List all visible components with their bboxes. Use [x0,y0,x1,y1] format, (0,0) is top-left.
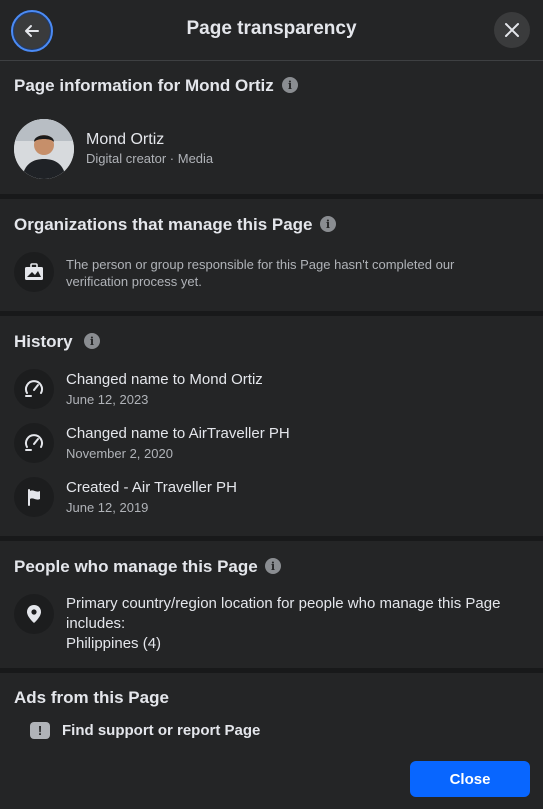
history-item-date: November 2, 2020 [66,446,173,461]
location-icon-wrap [14,594,54,634]
info-icon[interactable]: i [282,77,298,93]
section-divider [0,194,543,199]
rename-icon [25,434,43,451]
rename-icon [25,380,43,397]
briefcase-icon [25,263,43,280]
close-dialog-button[interactable]: Close [410,761,530,797]
history-item-value: Air Traveller PH [131,479,237,496]
close-button[interactable] [494,12,530,48]
people-location-country: Philippines (4) [66,635,162,652]
history-item: Created - Air Traveller PH June 12, 2019 [66,478,237,516]
history-item-icon [14,369,54,409]
organization-verification-text: The person or group responsible for this… [66,257,455,289]
organization-icon [14,252,54,292]
history-item-text: Created - Air Traveller PH [66,478,237,498]
history-item: Changed name to Mond Ortiz June 12, 2023 [66,370,263,408]
profile-photo [14,119,74,179]
people-location: Primary country/region location for peop… [66,594,531,654]
dialog-title: Page transparency [186,18,357,39]
history-item-date: June 12, 2019 [66,500,149,515]
history-item-text: Changed name to Mond Ortiz [66,370,263,390]
page-identity: Mond Ortiz Digital creator · Media [86,130,213,167]
history-item-value: Mond Ortiz [189,371,263,388]
page-transparency-dialog: Page transparency Page information for M… [0,0,543,809]
history-item-date: June 12, 2023 [66,392,149,407]
section-divider [0,311,543,316]
page-info-title: Page information for Mond Ortiz [14,76,274,95]
avatar[interactable] [14,119,74,179]
report-icon: ! [30,722,50,739]
page-category: Digital creator · Media [86,151,214,166]
location-pin-icon [27,605,41,623]
info-icon[interactable]: i [265,558,281,574]
history-item-prefix: Changed name to [66,425,189,442]
history-item-prefix: Changed name to [66,371,190,388]
organizations-title: Organizations that manage this Page [14,215,313,234]
people-title: People who manage this Page [14,557,258,576]
ads-title[interactable]: Ads from this Page [14,688,169,708]
history-item-prefix: Created - [66,479,132,496]
history-item-icon [14,423,54,463]
close-icon [505,23,519,37]
section-divider [0,536,543,541]
flag-icon [28,489,40,506]
dialog-header: Page transparency [0,0,543,61]
history-item-value: AirTraveller PH [188,425,290,442]
info-icon[interactable]: i [320,216,336,232]
section-divider [0,668,543,673]
history-item-text: Changed name to AirTraveller PH [66,424,290,444]
page-name[interactable]: Mond Ortiz [86,130,213,150]
find-support-report-link[interactable]: Find support or report Page [62,721,260,741]
history-title: History [14,332,73,351]
info-icon[interactable]: i [84,333,100,349]
history-item-icon [14,477,54,517]
people-location-text: Primary country/region location for peop… [66,595,501,632]
history-item: Changed name to AirTraveller PH November… [66,424,290,462]
